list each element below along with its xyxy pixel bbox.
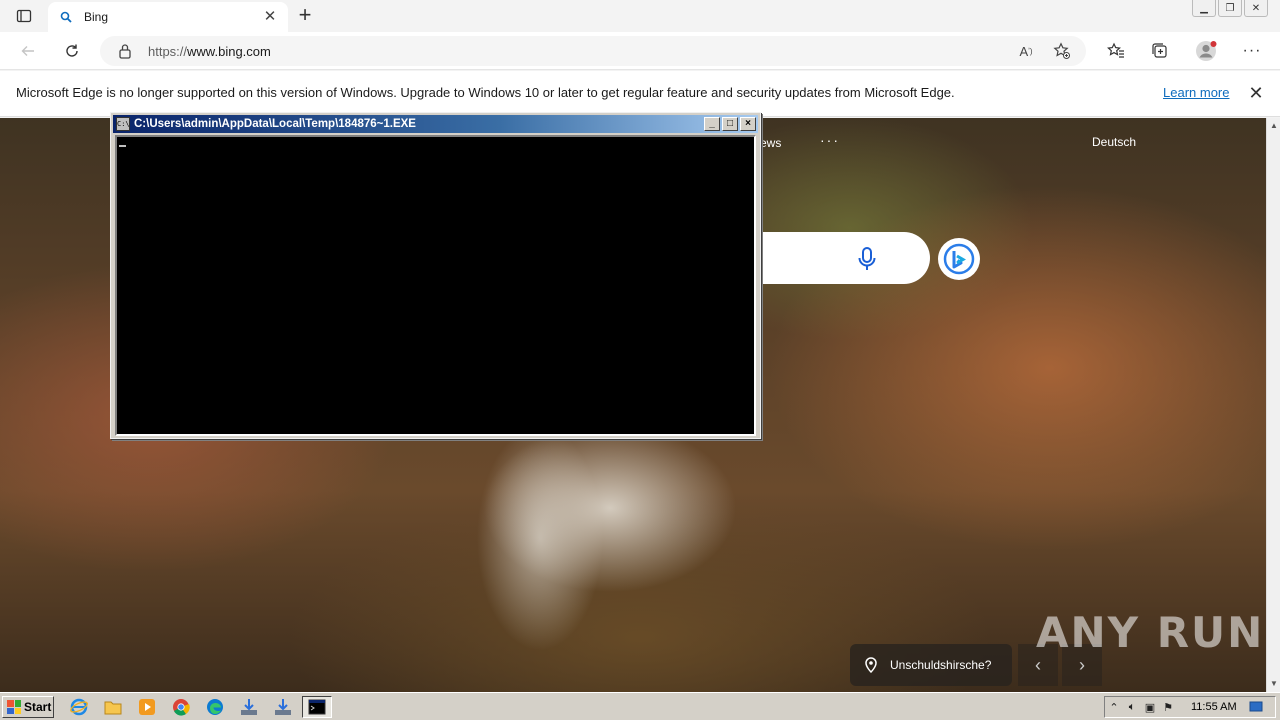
scroll-down-icon[interactable]: ▼ — [1268, 678, 1280, 690]
chevron-left-icon: ‹ — [1035, 654, 1041, 675]
unsupported-os-infobar: Microsoft Edge is no longer supported on… — [0, 71, 1280, 117]
profile-icon — [1196, 41, 1217, 61]
bing-chat-icon[interactable] — [938, 238, 980, 280]
internet-explorer-icon[interactable] — [66, 696, 92, 718]
page-scrollbar[interactable]: ▲ ▼ — [1266, 118, 1280, 692]
anyrun-watermark: ANY RUN — [1036, 608, 1265, 657]
start-button[interactable]: Start — [2, 696, 54, 718]
close-infobar-icon[interactable]: ✕ — [1246, 83, 1266, 103]
taskbar: Start ⌃ 🔈︎ ▣ ⚑ 11:55 AM — [0, 692, 1280, 720]
close-tab-icon[interactable]: ✕ — [262, 9, 278, 25]
more-nav-icon[interactable]: ··· — [820, 132, 840, 148]
address-url: https://www.bing.com — [148, 43, 271, 59]
action-center-flag-icon[interactable]: ⚑ — [1159, 699, 1177, 715]
favorites-icon — [1107, 42, 1124, 58]
tab-actions-button[interactable] — [8, 4, 40, 28]
console-maximize-button[interactable]: □ — [722, 117, 738, 131]
console-cursor — [119, 145, 126, 147]
more-icon: ··· — [1242, 42, 1262, 59]
news-link[interactable]: ews — [760, 136, 781, 150]
console-window[interactable]: C:\ C:\Users\admin\AppData\Local\Temp\18… — [110, 112, 761, 439]
add-favorite-icon[interactable] — [1050, 39, 1074, 63]
infobar-message: Microsoft Edge is no longer supported on… — [16, 85, 955, 100]
console-taskbar-icon[interactable] — [302, 696, 332, 718]
refresh-button[interactable] — [58, 37, 86, 65]
console-close-button[interactable]: × — [740, 117, 756, 131]
profile-button[interactable] — [1192, 37, 1220, 65]
tab-title: Bing — [84, 10, 109, 24]
console-app-icon: C:\ — [116, 117, 130, 131]
start-label: Start — [24, 700, 52, 714]
collections-icon — [1152, 43, 1167, 58]
more-button[interactable]: ··· — [1238, 37, 1266, 65]
collections-button[interactable] — [1146, 37, 1174, 65]
scroll-up-icon[interactable]: ▲ — [1268, 120, 1280, 132]
tab-bing[interactable]: Bing ✕ — [48, 2, 288, 32]
close-window-button[interactable]: ✕ — [1244, 0, 1268, 17]
tab-strip: Bing ✕ + ▁ ❐ ✕ — [0, 0, 1280, 32]
clock[interactable]: 11:55 AM — [1191, 701, 1237, 713]
microphone-icon[interactable] — [856, 246, 878, 272]
address-bar[interactable]: https://www.bing.com A ʼ) — [100, 36, 1086, 66]
browser-toolbar: https://www.bing.com A ʼ) ··· — [0, 32, 1280, 70]
console-titlebar[interactable]: C:\ C:\Users\admin\AppData\Local\Temp\18… — [113, 115, 758, 133]
show-hidden-icons-icon[interactable]: ⌃ — [1105, 699, 1123, 715]
window-controls: ▁ ❐ ✕ — [1192, 0, 1280, 18]
image-caption[interactable]: Unschuldshirsche? — [850, 644, 1012, 686]
console-minimize-button[interactable]: _ — [704, 117, 720, 131]
chevron-right-icon: › — [1079, 654, 1085, 675]
console-title: C:\Users\admin\AppData\Local\Temp\184876… — [134, 118, 416, 130]
refresh-icon — [66, 44, 78, 57]
back-icon — [21, 46, 34, 56]
location-pin-icon — [864, 657, 880, 674]
restore-window-button[interactable]: ❐ — [1218, 0, 1242, 17]
language-link[interactable]: Deutsch — [1092, 135, 1136, 149]
caption-text: Unschuldshirsche? — [890, 658, 992, 672]
volume-icon[interactable]: 🔈︎ — [1123, 699, 1141, 715]
console-output[interactable] — [115, 135, 756, 436]
back-button[interactable] — [14, 37, 42, 65]
edge-icon[interactable] — [202, 696, 228, 718]
tab-actions-icon — [16, 9, 32, 23]
download-installer-icon-2[interactable] — [270, 696, 296, 718]
chrome-icon[interactable] — [168, 696, 194, 718]
network-icon[interactable]: ▣ — [1141, 699, 1159, 715]
search-icon — [58, 9, 74, 25]
learn-more-link[interactable]: Learn more — [1163, 85, 1229, 100]
new-tab-button[interactable]: + — [292, 4, 318, 28]
download-installer-icon[interactable] — [236, 696, 262, 718]
file-explorer-icon[interactable] — [100, 696, 126, 718]
media-player-icon[interactable] — [134, 696, 160, 718]
show-desktop-icon[interactable] — [1247, 699, 1265, 715]
lock-icon[interactable] — [118, 43, 134, 59]
minimize-window-button[interactable]: ▁ — [1192, 0, 1216, 17]
read-aloud-icon[interactable]: A ʼ) — [1014, 39, 1038, 63]
windows-logo-icon — [7, 700, 21, 714]
system-tray: ⌃ 🔈︎ ▣ ⚑ 11:55 AM — [1104, 696, 1276, 718]
favorites-button[interactable] — [1102, 37, 1130, 65]
